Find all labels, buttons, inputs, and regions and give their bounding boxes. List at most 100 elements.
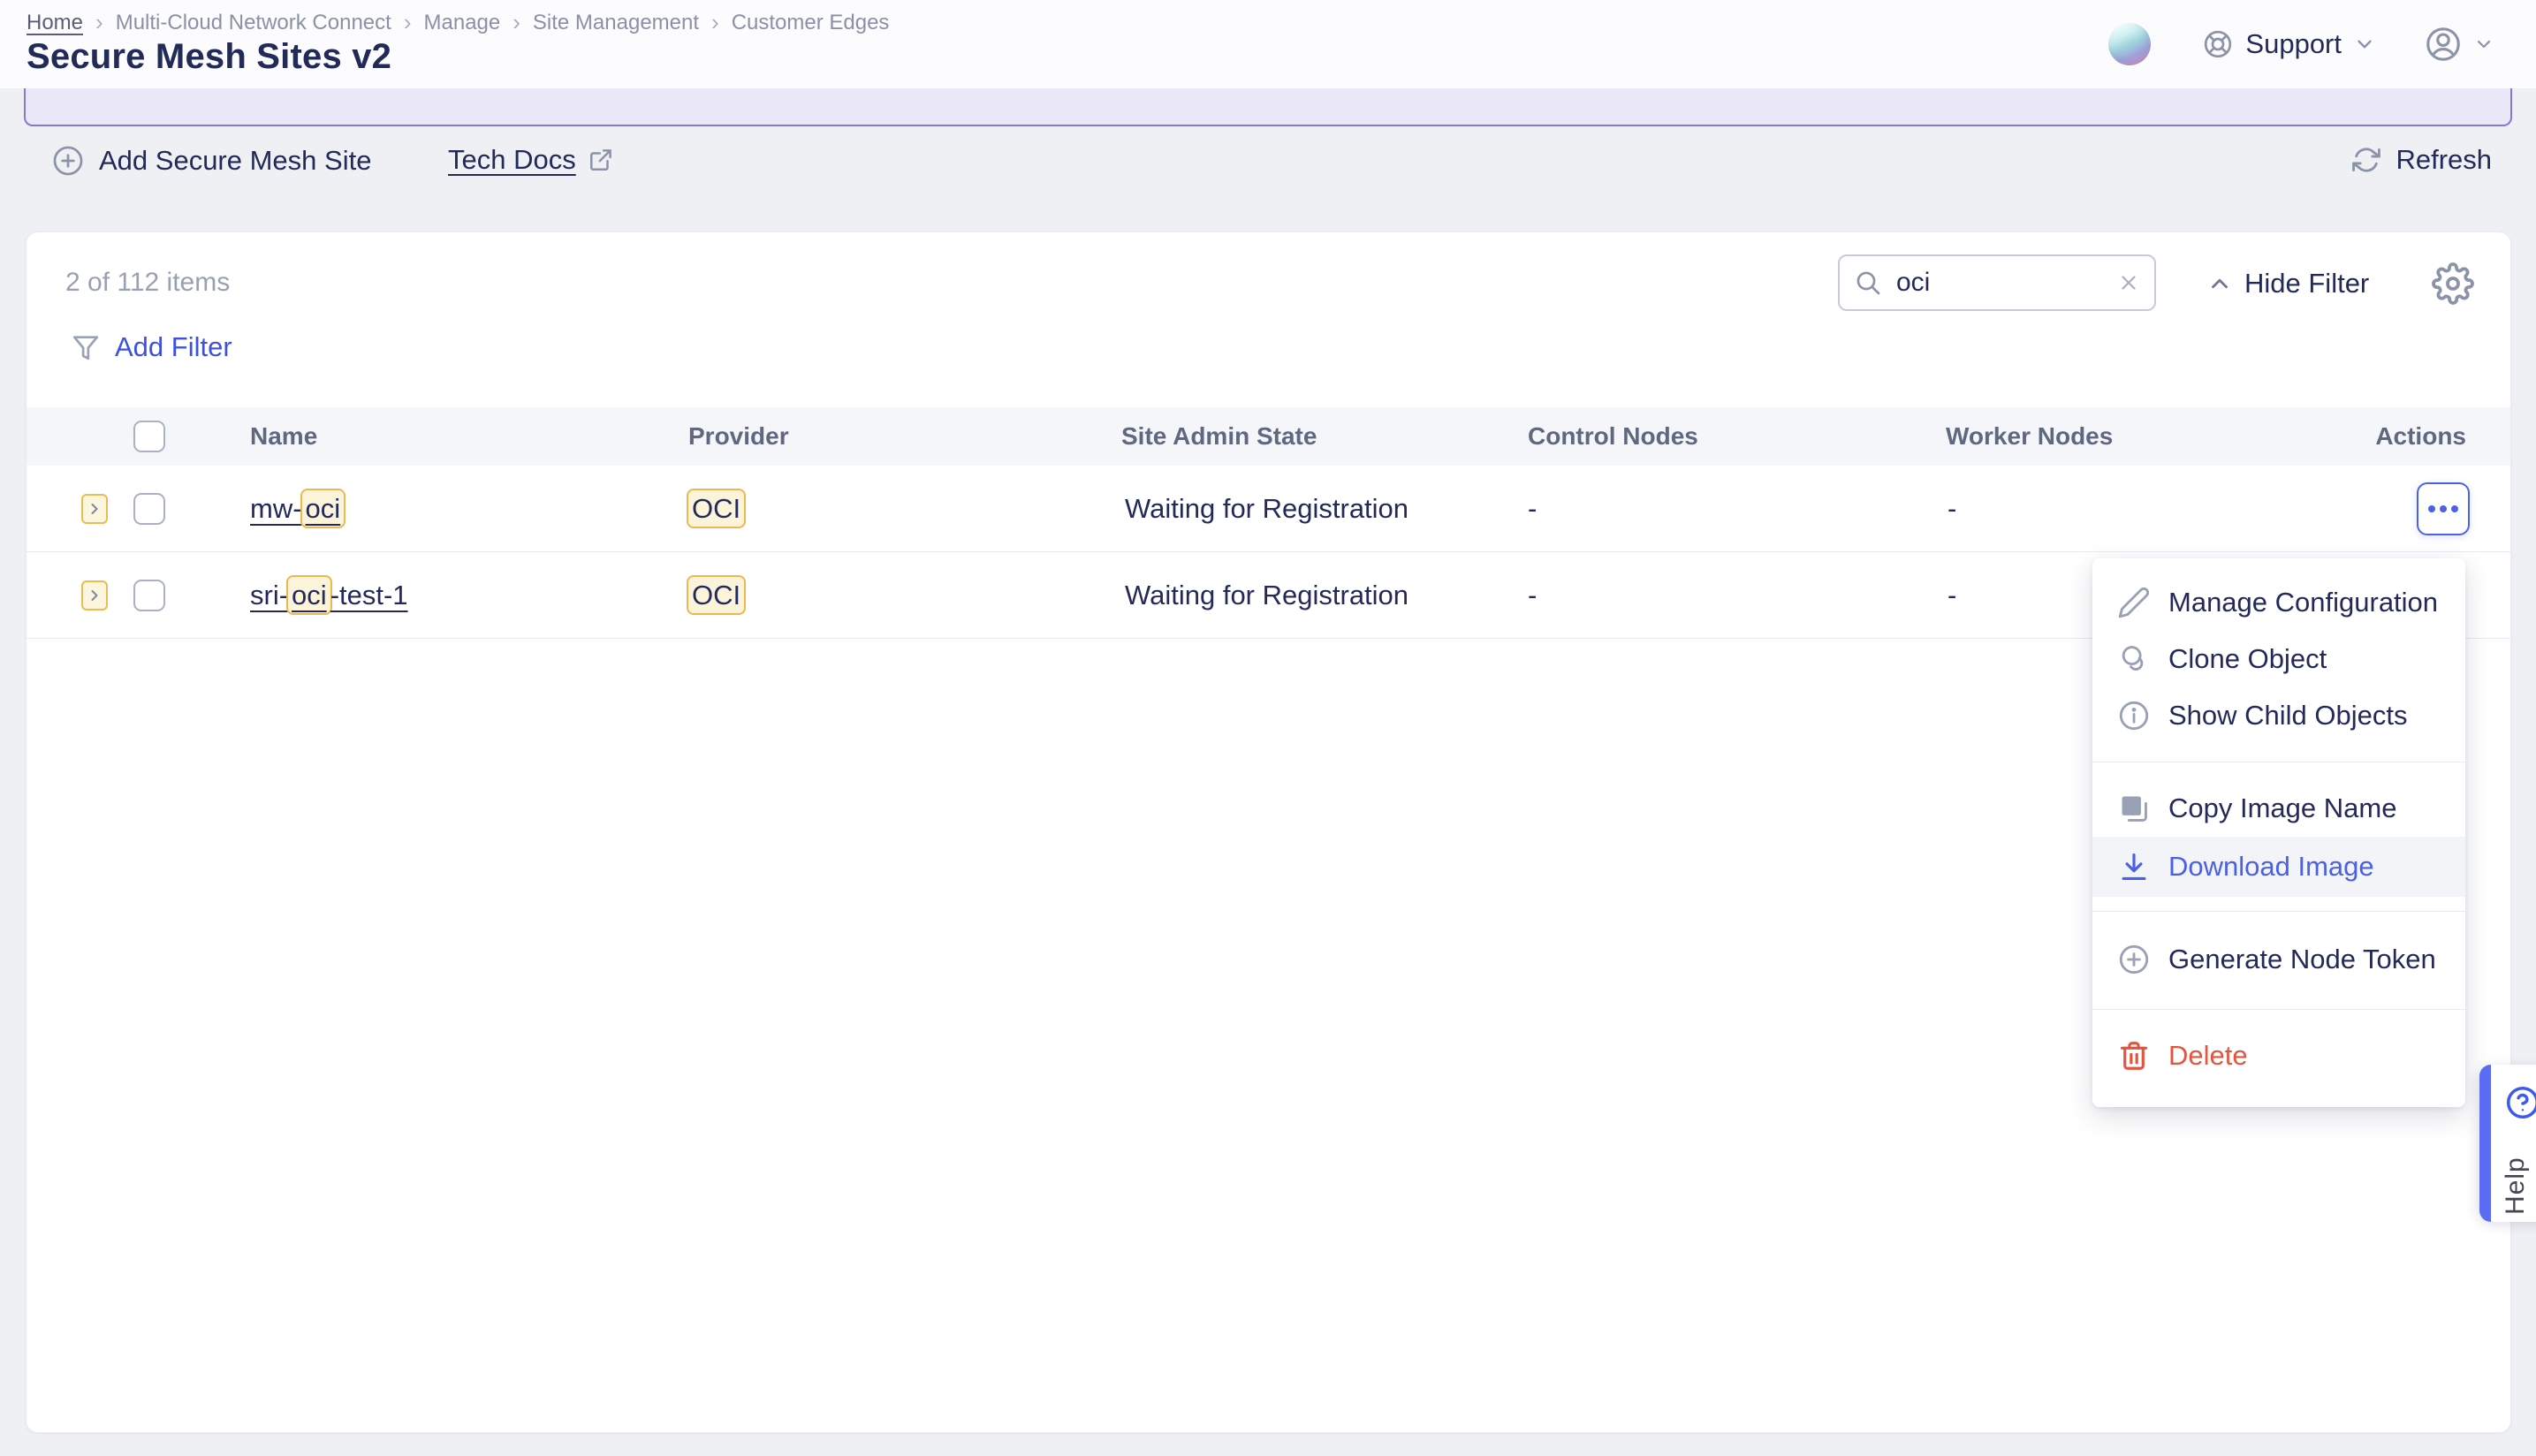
pencil-icon — [2117, 586, 2151, 619]
funnel-icon — [71, 332, 101, 362]
search-icon — [1854, 269, 1882, 297]
column-header-control-nodes[interactable]: Control Nodes — [1528, 407, 1698, 466]
items-count: 2 of 112 items — [65, 268, 231, 297]
chevron-up-icon — [2206, 270, 2233, 297]
column-header-worker-nodes[interactable]: Worker Nodes — [1946, 407, 2113, 466]
menu-group: Generate Node Token — [2092, 912, 2465, 1010]
row-checkbox[interactable] — [133, 493, 165, 525]
hide-filter-toggle[interactable]: Hide Filter — [2206, 264, 2369, 303]
external-link-icon — [588, 147, 614, 173]
column-header-name[interactable]: Name — [250, 407, 317, 466]
chevron-down-icon — [2473, 34, 2494, 55]
breadcrumb-separator: › — [513, 9, 520, 35]
provider-cell: OCI — [687, 552, 747, 639]
help-tab-stripe — [2479, 1065, 2491, 1222]
copy-icon — [2117, 792, 2151, 825]
column-header-actions: Actions — [2375, 422, 2466, 450]
site-name-link[interactable]: sri-oci -test-1 — [250, 575, 408, 615]
breadcrumb-manage[interactable]: Manage — [424, 11, 501, 35]
site-admin-state-cell: Waiting for Registration — [1125, 580, 1409, 610]
menu-item-label: Download Image — [2168, 851, 2374, 882]
menu-group: Copy Image Name Download Image — [2092, 762, 2465, 912]
breadcrumb-separator: › — [711, 9, 719, 35]
ellipsis-icon — [2428, 505, 2435, 512]
support-label: Support — [2245, 28, 2342, 59]
row-actions-button[interactable] — [2417, 482, 2470, 535]
info-circle-icon — [2117, 699, 2151, 732]
breadcrumb-separator: › — [403, 9, 412, 35]
page-title: Secure Mesh Sites v2 — [27, 37, 392, 76]
search-match-highlight: oci — [300, 489, 346, 528]
worker-nodes-cell: - — [1948, 580, 1957, 610]
menu-item-label: Generate Node Token — [2168, 944, 2436, 974]
breadcrumb-multi-cloud-network-connect[interactable]: Multi-Cloud Network Connect — [116, 11, 391, 35]
refresh-icon — [2351, 145, 2381, 175]
select-all-checkbox[interactable] — [133, 421, 165, 452]
table-header: Name Provider Site Admin State Control N… — [27, 407, 2510, 466]
menu-item-generate-node-token[interactable]: Generate Node Token — [2092, 931, 2465, 988]
menu-item-clone-object[interactable]: Clone Object — [2092, 631, 2465, 687]
menu-item-manage-configuration[interactable]: Manage Configuration — [2092, 574, 2465, 631]
control-nodes-cell: - — [1528, 580, 1538, 610]
topbar-right: Support — [2108, 0, 2494, 88]
notification-banner — [24, 88, 2512, 126]
search-match-highlight: OCI — [687, 489, 747, 528]
gear-icon[interactable] — [2432, 262, 2474, 305]
chevron-down-icon — [2353, 33, 2376, 56]
breadcrumb-customer-edges[interactable]: Customer Edges — [732, 11, 890, 35]
user-menu[interactable] — [2424, 25, 2494, 64]
plus-circle-icon — [51, 144, 85, 178]
search-input[interactable] — [1894, 267, 2105, 299]
download-icon — [2117, 850, 2151, 883]
trash-icon — [2117, 1039, 2151, 1073]
add-secure-mesh-site-button[interactable]: Add Secure Mesh Site — [51, 144, 371, 178]
menu-item-download-image[interactable]: Download Image — [2092, 837, 2465, 897]
tech-docs-label: Tech Docs — [448, 144, 576, 175]
menu-item-delete[interactable]: Delete — [2092, 1028, 2465, 1084]
site-admin-state-cell: Waiting for Registration — [1125, 493, 1409, 524]
refresh-label: Refresh — [2396, 144, 2492, 175]
menu-item-label: Clone Object — [2168, 643, 2327, 674]
add-filter-button[interactable]: Add Filter — [71, 331, 232, 363]
menu-item-label: Show Child Objects — [2168, 700, 2408, 731]
search-match-highlight: OCI — [687, 575, 747, 615]
breadcrumb: Home › Multi-Cloud Network Connect › Man… — [27, 9, 889, 36]
page-toolbar: Add Secure Mesh Site Tech Docs Refresh — [0, 133, 2536, 199]
breadcrumb-site-management[interactable]: Site Management — [533, 11, 699, 35]
help-question-icon — [2504, 1084, 2536, 1121]
assistant-orb-icon[interactable] — [2108, 23, 2152, 65]
worker-nodes-cell: - — [1948, 493, 1957, 524]
menu-item-copy-image-name[interactable]: Copy Image Name — [2092, 780, 2465, 837]
support-menu[interactable]: Support — [2202, 28, 2376, 60]
life-buoy-icon — [2202, 28, 2234, 60]
top-bar: Home › Multi-Cloud Network Connect › Man… — [0, 0, 2536, 88]
expand-row-icon[interactable] — [81, 494, 108, 524]
avatar-icon — [2424, 25, 2463, 64]
site-name-link[interactable]: mw-oci — [250, 489, 346, 528]
search-box — [1838, 254, 2156, 311]
row-checkbox[interactable] — [133, 580, 165, 611]
menu-item-label: Copy Image Name — [2168, 792, 2397, 823]
breadcrumb-home[interactable]: Home — [27, 11, 83, 35]
menu-item-label: Delete — [2168, 1040, 2248, 1071]
menu-item-label: Manage Configuration — [2168, 587, 2439, 618]
refresh-button[interactable]: Refresh — [2351, 144, 2492, 176]
menu-group: Delete — [2092, 1010, 2465, 1107]
column-header-site-admin-state[interactable]: Site Admin State — [1121, 407, 1317, 466]
column-header-provider[interactable]: Provider — [688, 407, 789, 466]
add-secure-mesh-site-label: Add Secure Mesh Site — [99, 145, 372, 176]
hide-filter-label: Hide Filter — [2244, 268, 2370, 299]
clone-icon — [2117, 642, 2151, 676]
menu-item-show-child-objects[interactable]: Show Child Objects — [2092, 687, 2465, 744]
menu-group: Manage Configuration Clone Object Show C… — [2092, 558, 2465, 762]
expand-row-icon[interactable] — [81, 580, 108, 610]
provider-cell: OCI — [687, 466, 747, 552]
help-tab[interactable]: Help — [2479, 1065, 2536, 1222]
control-nodes-cell: - — [1528, 493, 1538, 524]
table-row: mw-oci OCI Waiting for Registration - - — [27, 466, 2510, 552]
clear-search-icon[interactable] — [2117, 271, 2140, 294]
row-actions-menu: Manage Configuration Clone Object Show C… — [2092, 558, 2465, 1107]
search-match-highlight: oci — [286, 575, 332, 615]
plus-circle-icon — [2117, 943, 2151, 976]
tech-docs-link[interactable]: Tech Docs — [448, 144, 614, 176]
